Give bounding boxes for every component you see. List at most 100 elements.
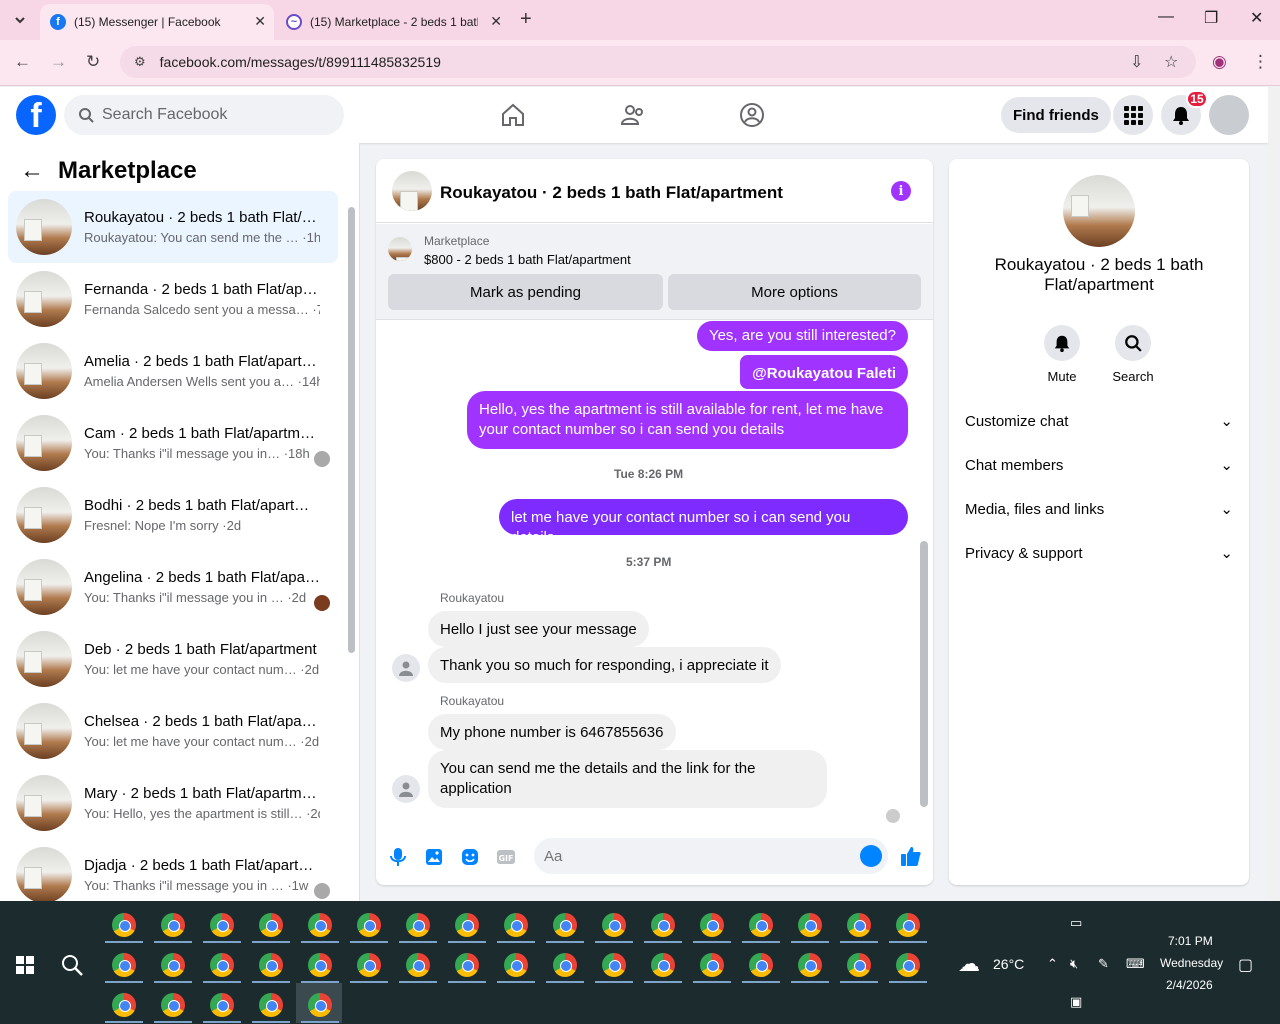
incoming-message[interactable]: Thank you so much for responding, i appr… — [428, 647, 781, 683]
search-in-conversation-button[interactable]: Search — [1103, 325, 1163, 384]
chrome-profile-icon[interactable] — [749, 953, 773, 977]
chrome-profile-icon[interactable] — [210, 993, 234, 1017]
menu-button[interactable] — [1113, 95, 1153, 135]
chrome-profile-icon[interactable] — [259, 913, 283, 937]
new-tab-button[interactable]: + — [520, 8, 532, 31]
mark-as-pending-button[interactable]: Mark as pending — [388, 274, 663, 310]
chrome-profile-icon[interactable] — [112, 993, 136, 1017]
chrome-profile-icon[interactable] — [749, 913, 773, 937]
taskbar-overflow-icon[interactable]: ▭ — [1070, 915, 1082, 931]
facebook-search-input[interactable]: Search Facebook — [64, 95, 344, 135]
weather-temperature[interactable]: 26°C — [993, 956, 1024, 972]
list-item[interactable]: Roukayatou · 2 beds 1 bath Flat/apartmen… — [8, 191, 338, 263]
chrome-profile-icon[interactable] — [602, 913, 626, 937]
incoming-message[interactable]: You can send me the details and the link… — [428, 750, 827, 808]
photo-icon[interactable] — [424, 847, 444, 867]
sidebar-scrollbar[interactable] — [348, 207, 355, 653]
list-item[interactable]: Chelsea · 2 beds 1 bath Flat/apartment Yo… — [8, 695, 338, 767]
customize-chat-section[interactable]: Customize chat ⌄ — [965, 405, 1233, 437]
list-item[interactable]: Djadja · 2 beds 1 bath Flat/apartment You… — [8, 839, 338, 901]
chrome-profile-icon[interactable] — [455, 913, 479, 937]
chrome-profile-icon[interactable] — [357, 913, 381, 937]
friends-icon[interactable] — [619, 101, 647, 129]
chrome-profile-icon[interactable] — [651, 953, 675, 977]
chrome-profile-icon[interactable] — [455, 953, 479, 977]
chrome-profile-icon[interactable] — [602, 953, 626, 977]
info-icon[interactable]: i — [891, 181, 911, 201]
chrome-profile-icon[interactable] — [553, 913, 577, 937]
chrome-profile-icon[interactable] — [259, 953, 283, 977]
message-input[interactable] — [534, 838, 888, 874]
outgoing-message[interactable]: @Roukayatou Faleti — [740, 355, 908, 389]
incoming-message[interactable]: My phone number is 6467855636 — [428, 714, 676, 750]
site-info-icon[interactable]: ⚙ — [134, 54, 146, 70]
mute-button[interactable]: Mute — [1032, 325, 1092, 384]
chrome-profile-icon[interactable] — [161, 993, 185, 1017]
outgoing-message[interactable]: Yes, are you still interested? — [696, 321, 908, 351]
tab-search-button[interactable] — [8, 8, 32, 32]
chrome-profile-icon[interactable] — [504, 953, 528, 977]
clock-date[interactable]: 2/4/2026 — [1166, 978, 1213, 992]
outgoing-message[interactable]: let me have your contact number so i can… — [499, 499, 908, 546]
list-item[interactable]: Angelina · 2 beds 1 bath Flat/apartment Y… — [8, 551, 338, 623]
chrome-profile-icon[interactable] — [161, 953, 185, 977]
chat-title[interactable]: Roukayatou · 2 beds 1 bath Flat/apartmen… — [440, 183, 783, 203]
incoming-message[interactable]: Hello I just see your message — [428, 611, 649, 647]
chrome-profile-icon[interactable] — [357, 953, 381, 977]
chrome-profile-icon[interactable] — [798, 913, 822, 937]
chrome-profile-icon[interactable] — [847, 953, 871, 977]
outgoing-message[interactable]: Hello, yes the apartment is still availa… — [467, 391, 908, 449]
show-hidden-icons-icon[interactable]: ⌃ — [1047, 956, 1058, 972]
close-tab-icon[interactable]: ✕ — [490, 13, 502, 30]
close-tab-icon[interactable]: ✕ — [254, 13, 266, 30]
bookmark-star-icon[interactable]: ☆ — [1164, 52, 1178, 72]
microphone-icon[interactable] — [388, 847, 408, 867]
chrome-profile-icon[interactable] — [896, 953, 920, 977]
start-button[interactable] — [16, 956, 34, 974]
back-button[interactable]: ← — [14, 52, 31, 72]
omnibox[interactable]: ⚙ facebook.com/messages/t/89911148583251… — [120, 46, 1196, 78]
gif-icon[interactable]: GIF — [496, 847, 516, 867]
chrome-profile-icon[interactable] — [308, 913, 332, 937]
list-item[interactable]: Fernanda · 2 beds 1 bath Flat/apartment F… — [8, 263, 338, 335]
facebook-logo[interactable]: f — [16, 95, 56, 135]
minimize-button[interactable]: — — [1158, 8, 1174, 26]
message-text-field[interactable] — [544, 847, 844, 865]
chrome-profile-icon[interactable] — [406, 953, 430, 977]
account-avatar[interactable] — [1209, 95, 1249, 135]
back-arrow-icon[interactable]: ← — [20, 157, 44, 185]
chat-members-section[interactable]: Chat members ⌄ — [965, 449, 1233, 481]
chrome-profile-icon[interactable] — [161, 913, 185, 937]
user-avatar[interactable] — [392, 654, 420, 682]
groups-icon[interactable] — [738, 101, 766, 129]
thumbs-up-icon[interactable] — [900, 845, 922, 867]
list-item[interactable]: Cam · 2 beds 1 bath Flat/apartment You: T… — [8, 407, 338, 479]
list-item[interactable]: Deb · 2 beds 1 bath Flat/apartment You: l… — [8, 623, 338, 695]
chrome-profile-icon[interactable] — [847, 913, 871, 937]
chrome-profile-icon[interactable] — [210, 913, 234, 937]
chrome-profile-icon[interactable] — [308, 993, 332, 1017]
chrome-profile-icon[interactable] — [651, 913, 675, 937]
sticker-icon[interactable] — [460, 847, 480, 867]
listing-price-title[interactable]: $800 - 2 beds 1 bath Flat/apartment — [424, 252, 631, 267]
chrome-profile-icon[interactable] — [700, 913, 724, 937]
chrome-profile-icon[interactable] — [112, 953, 136, 977]
chrome-profile-icon[interactable] — [308, 953, 332, 977]
chrome-profile-icon[interactable] — [553, 953, 577, 977]
chrome-profile-icon[interactable] — [798, 953, 822, 977]
chrome-profile-icon[interactable] — [504, 913, 528, 937]
emoji-icon[interactable] — [860, 845, 882, 867]
forward-button[interactable]: → — [50, 52, 67, 72]
listing-thumbnail[interactable] — [1063, 175, 1135, 247]
list-item[interactable]: Amelia · 2 beds 1 bath Flat/apartment Ame… — [8, 335, 338, 407]
clock-time[interactable]: 7:01 PM — [1168, 934, 1213, 948]
install-app-icon[interactable]: ⇩ — [1130, 52, 1143, 72]
notification-center-icon[interactable]: ▢ — [1238, 955, 1253, 975]
chrome-profile-icon[interactable] — [210, 953, 234, 977]
search-icon[interactable] — [60, 953, 84, 977]
profile-icon[interactable]: ◉ — [1212, 52, 1227, 72]
listing-thumbnail[interactable] — [392, 171, 432, 211]
url-text[interactable]: facebook.com/messages/t/899111485832519 — [160, 54, 441, 70]
chrome-profile-icon[interactable] — [259, 993, 283, 1017]
browser-menu-icon[interactable]: ⋮ — [1252, 52, 1269, 72]
